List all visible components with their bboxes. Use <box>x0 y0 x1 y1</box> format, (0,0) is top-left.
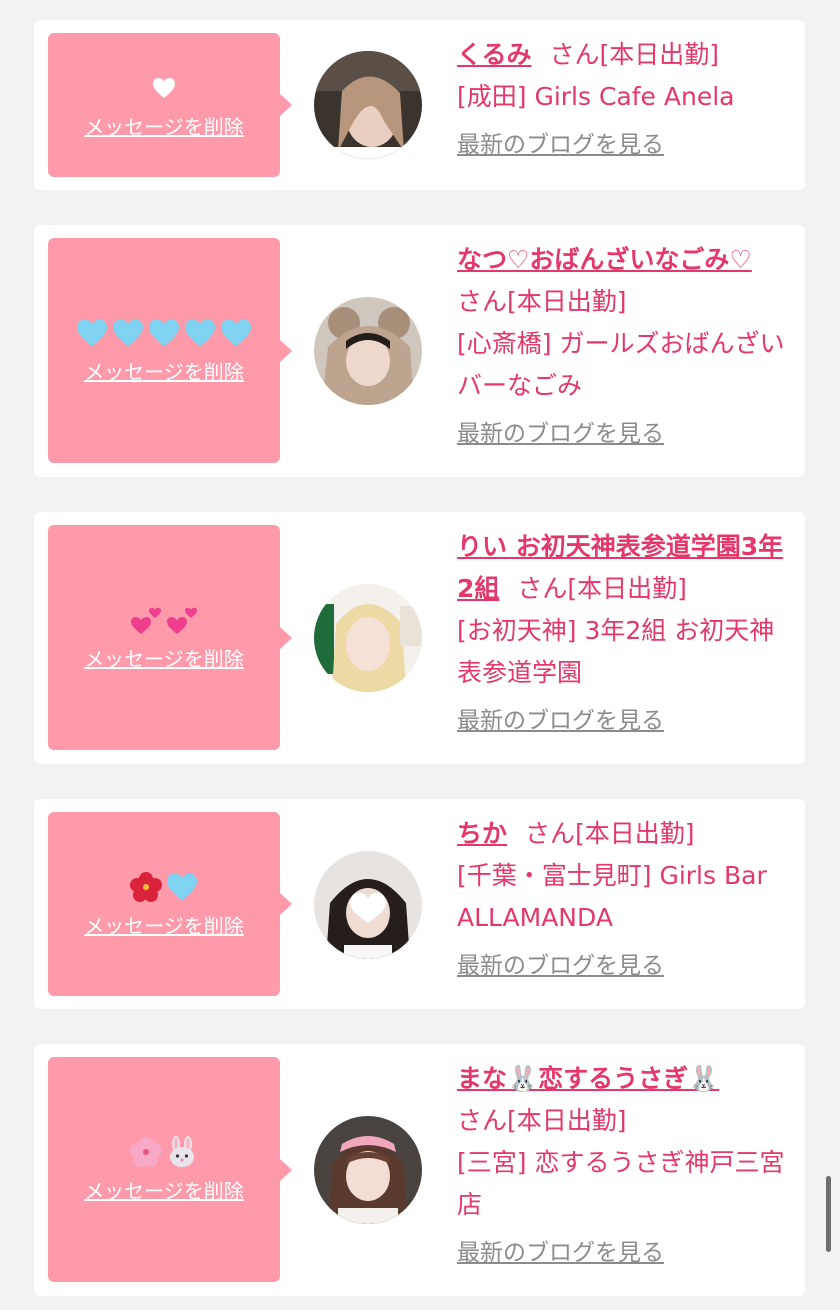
message-emojis <box>75 316 253 350</box>
latest-blog-link[interactable]: 最新のブログを見る <box>457 417 789 451</box>
message-bubble: メッセージを削除 <box>48 525 292 750</box>
message-card: メッセージを削除 なつ♡おばんざいなごみ♡ さん[本日出勤] [心斎橋] ガール… <box>34 225 805 477</box>
girl-info: ちか さん[本日出勤] [千葉・富士見町] Girls Bar ALLAMANDA… <box>457 813 789 983</box>
latest-blog-link[interactable]: 最新のブログを見る <box>457 1236 789 1270</box>
message-emojis <box>129 1135 199 1169</box>
white-heart-icon <box>153 77 175 98</box>
two-hearts-icon <box>167 607 197 634</box>
avatar[interactable] <box>314 297 422 405</box>
two-hearts-icon <box>131 607 161 634</box>
attendance-status: さん[本日出勤] <box>525 819 695 848</box>
rabbit-face-icon <box>170 1136 194 1167</box>
latest-blog-link[interactable]: 最新のブログを見る <box>457 949 789 983</box>
message-emojis <box>129 870 199 904</box>
message-bubble: メッセージを削除 <box>48 238 292 463</box>
latest-blog-link[interactable]: 最新のブログを見る <box>457 128 789 162</box>
light-blue-heart-icon <box>167 872 197 901</box>
message-card: メッセージを削除 りい お初天神表参道学園3年2組 さん[本日出勤] [お初天神]… <box>34 512 805 764</box>
scrollbar[interactable] <box>826 1176 831 1252</box>
delete-message-link[interactable]: メッセージを削除 <box>84 356 244 385</box>
attendance-status: さん[本日出勤] <box>549 40 720 69</box>
attendance-status: さん[本日出勤] <box>457 287 627 316</box>
cherry-blossom-icon <box>130 1137 162 1167</box>
avatar[interactable] <box>314 51 422 159</box>
girl-name-link[interactable]: くるみ <box>457 40 532 69</box>
delete-message-link[interactable]: メッセージを削除 <box>84 643 244 672</box>
light-blue-heart-icon <box>221 319 251 347</box>
delete-message-link[interactable]: メッセージを削除 <box>84 1175 244 1204</box>
avatar[interactable] <box>314 1116 422 1224</box>
girl-info: まな🐰恋するうさぎ🐰 さん[本日出勤] [三宮] 恋するうさぎ神戸三宮店 最新の… <box>457 1058 789 1270</box>
girl-name-link[interactable]: ちか <box>457 819 507 848</box>
message-emojis <box>152 71 176 105</box>
hibiscus-icon <box>130 871 162 902</box>
delete-message-link[interactable]: メッセージを削除 <box>84 910 244 939</box>
delete-message-link[interactable]: メッセージを削除 <box>84 111 244 140</box>
message-bubble: メッセージを削除 <box>48 33 292 177</box>
girl-name-link[interactable]: なつ♡おばんざいなごみ♡ <box>457 245 752 274</box>
attendance-status: さん[本日出勤] <box>457 1106 627 1135</box>
message-card: メッセージを削除 ちか さん[本日出勤] [千葉・富士見町] Girls Bar … <box>34 799 805 1009</box>
message-bubble: メッセージを削除 <box>48 812 292 996</box>
latest-blog-link[interactable]: 最新のブログを見る <box>457 704 789 738</box>
light-blue-heart-icon <box>77 319 107 347</box>
shop-name: [成田] Girls Cafe Anela <box>457 82 735 111</box>
light-blue-heart-icon <box>185 319 215 347</box>
light-blue-heart-icon <box>149 319 179 347</box>
shop-name: [三宮] 恋するうさぎ神戸三宮店 <box>457 1148 785 1219</box>
message-emojis <box>129 603 199 637</box>
shop-name: [心斎橋] ガールズおばんざいバーなごみ <box>457 329 785 400</box>
light-blue-heart-icon <box>113 319 143 347</box>
girl-info: なつ♡おばんざいなごみ♡ さん[本日出勤] [心斎橋] ガールズおばんざいバーな… <box>457 239 789 451</box>
attendance-status: さん[本日出勤] <box>517 574 687 603</box>
girl-info: くるみ さん[本日出勤] [成田] Girls Cafe Anela 最新のブログ… <box>457 34 789 162</box>
avatar[interactable] <box>314 584 422 692</box>
shop-name: [お初天神] 3年2組 お初天神表参道学園 <box>457 616 775 687</box>
message-card: メッセージを削除 くるみ さん[本日出勤] [成田] Girls Cafe Ane… <box>34 20 805 190</box>
avatar[interactable] <box>314 851 422 959</box>
shop-name: [千葉・富士見町] Girls Bar ALLAMANDA <box>457 861 767 932</box>
girl-info: りい お初天神表参道学園3年2組 さん[本日出勤] [お初天神] 3年2組 お初天… <box>457 526 789 738</box>
message-bubble: メッセージを削除 <box>48 1057 292 1282</box>
girl-name-link[interactable]: まな🐰恋するうさぎ🐰 <box>457 1064 719 1093</box>
message-card: メッセージを削除 まな🐰恋するうさぎ🐰 さん[本日出勤] [三宮] 恋するうさぎ… <box>34 1044 805 1296</box>
